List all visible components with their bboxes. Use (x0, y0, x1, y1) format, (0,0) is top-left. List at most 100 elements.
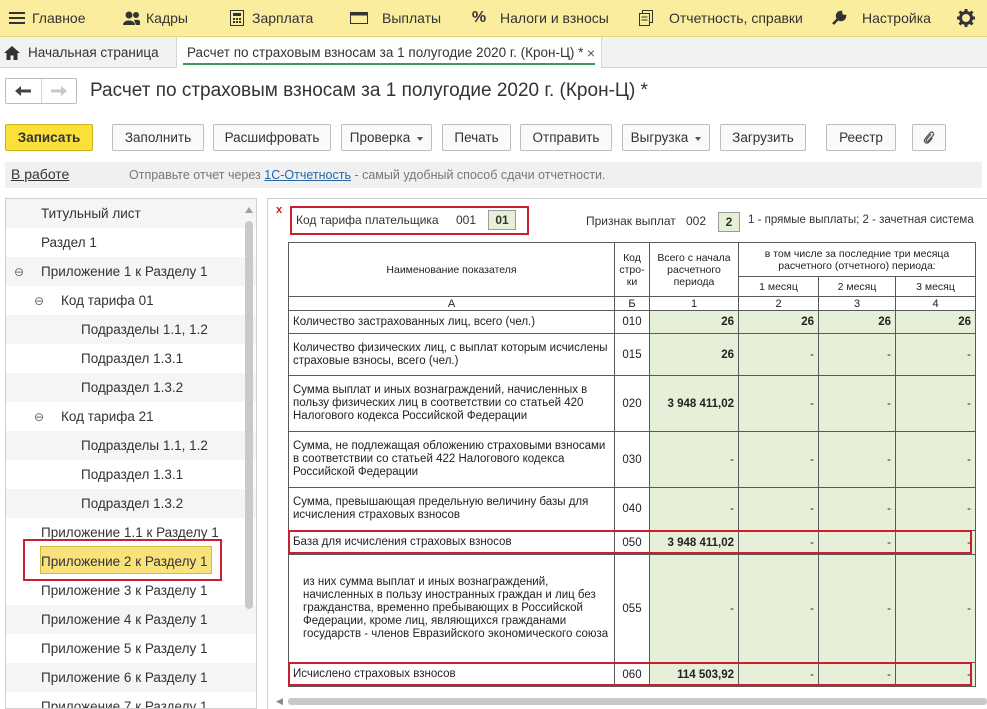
collapse-icon[interactable]: ⊖ (34, 294, 44, 308)
tree-item[interactable]: Подразделы 1.1, 1.2 (6, 315, 256, 344)
header-total: Всего с начала расчетного периода (649, 242, 739, 297)
tree-item[interactable]: Приложение 7 к Разделу 1 (6, 692, 256, 708)
tabs-bar: Начальная страница Расчет по страховым в… (0, 37, 987, 68)
tree-item[interactable]: ⊖ Код тарифа 01 (6, 286, 256, 315)
status-link[interactable]: В работе (11, 166, 69, 182)
menu-main[interactable]: Главное (8, 0, 86, 37)
cell-month-1[interactable]: - (738, 662, 819, 687)
menu-payments[interactable]: Выплаты (350, 0, 441, 37)
tariff-field[interactable]: 01 (488, 210, 516, 230)
decode-button[interactable]: Расшифровать (213, 124, 331, 151)
cell-month-2[interactable]: - (818, 333, 896, 376)
gear-icon[interactable] (957, 9, 975, 27)
registry-button-label: Реестр (839, 130, 883, 145)
collapse-icon[interactable]: ⊖ (34, 410, 44, 424)
form-horizontal-scrollbar[interactable] (288, 698, 987, 705)
send-button-label: Отправить (532, 130, 600, 145)
cell-total[interactable]: - (649, 487, 739, 531)
cell-month-2[interactable]: - (818, 431, 896, 488)
cell-total[interactable]: 114 503,92 (649, 662, 739, 687)
tab-home[interactable]: Начальная страница (4, 37, 159, 68)
tree-item[interactable]: Подраздел 1.3.1 (6, 460, 256, 489)
menu-settings[interactable]: Настройка (830, 0, 931, 37)
tree-scrollbar[interactable] (245, 205, 253, 704)
menu-salary[interactable]: Зарплата (228, 0, 313, 37)
menu-reports[interactable]: Отчетность, справки (637, 0, 803, 37)
cell-month-1[interactable]: - (738, 375, 819, 432)
cell-month-2[interactable]: - (818, 375, 896, 432)
menu-staff[interactable]: Кадры (122, 0, 188, 37)
cell-month-2[interactable]: - (818, 487, 896, 531)
cell-total[interactable]: 26 (649, 310, 739, 334)
tree-item[interactable]: Подраздел 1.3.2 (6, 489, 256, 518)
cell-total[interactable]: - (649, 554, 739, 663)
tree-item[interactable]: Приложение 3 к Разделу 1 (6, 576, 256, 605)
table-row: База для исчисления страховых взносов 05… (288, 530, 976, 555)
cell-month-1[interactable]: - (738, 530, 819, 555)
attach-button[interactable] (912, 124, 946, 151)
cell-month-1[interactable]: 26 (738, 310, 819, 334)
cell-month-3[interactable]: - (895, 333, 976, 376)
close-icon[interactable]: x (276, 204, 282, 216)
cell-month-2[interactable]: - (818, 530, 896, 555)
cell-total[interactable]: 3 948 411,02 (649, 375, 739, 432)
col-letter: 4 (895, 296, 976, 311)
cell-month-3[interactable]: - (895, 530, 976, 555)
cell-total[interactable]: 26 (649, 333, 739, 376)
print-button[interactable]: Печать (442, 124, 511, 151)
cell-total[interactable]: 3 948 411,02 (649, 530, 739, 555)
tree-item[interactable]: Приложение 5 к Разделу 1 (6, 634, 256, 663)
paperclip-icon (923, 131, 935, 144)
cell-month-2[interactable]: - (818, 554, 896, 663)
back-button[interactable] (6, 79, 41, 103)
arrow-right-icon (50, 86, 67, 96)
send-button[interactable]: Отправить (520, 124, 612, 151)
cell-month-3[interactable]: - (895, 431, 976, 488)
check-button[interactable]: Проверка (341, 124, 432, 151)
payment-sign-field[interactable]: 2 (718, 212, 740, 232)
tree-item[interactable]: Подраздел 1.3.2 (6, 373, 256, 402)
tree-item-selected[interactable]: Приложение 2 к Разделу 1 (6, 547, 256, 576)
col-letter: 2 (738, 296, 819, 311)
table-row: Сумма, превышающая предельную величину б… (288, 487, 976, 531)
tab-active-document[interactable]: Расчет по страховым взносам за 1 полугод… (176, 37, 602, 68)
tree-item[interactable]: ⊖ Приложение 1 к Разделу 1 (6, 257, 256, 286)
cell-month-3[interactable]: - (895, 554, 976, 663)
cell-month-3[interactable]: 26 (895, 310, 976, 334)
table-row: Количество физических лиц, с выплат кото… (288, 333, 976, 376)
tree-item[interactable]: Подразделы 1.1, 1.2 (6, 431, 256, 460)
menu-salary-label: Зарплата (252, 10, 314, 26)
collapse-icon[interactable]: ⊖ (14, 265, 24, 279)
tree-item[interactable]: Титульный лист (6, 199, 256, 228)
cell-month-3[interactable]: - (895, 375, 976, 432)
cell-month-3[interactable]: - (895, 487, 976, 531)
tree-item-label: Подраздел 1.3.1 (81, 351, 184, 366)
tree-item[interactable]: Приложение 1.1 к Разделу 1 (6, 518, 256, 547)
cell-month-1[interactable]: - (738, 431, 819, 488)
registry-button[interactable]: Реестр (826, 124, 896, 151)
row-name: Сумма, превышающая предельную величину б… (288, 487, 615, 531)
cell-month-1[interactable]: - (738, 333, 819, 376)
forward-button[interactable] (40, 79, 77, 103)
tree-item[interactable]: Раздел 1 (6, 228, 256, 257)
load-button[interactable]: Загрузить (720, 124, 806, 151)
cell-month-2[interactable]: 26 (818, 310, 896, 334)
menu-taxes[interactable]: % Налоги и взносы (470, 0, 609, 37)
tree-item[interactable]: ⊖ Код тарифа 21 (6, 402, 256, 431)
1c-reporting-link[interactable]: 1С-Отчетность (264, 168, 351, 182)
scroll-left-icon[interactable]: ◀ (276, 696, 283, 707)
fill-button[interactable]: Заполнить (112, 124, 204, 151)
tree-item[interactable]: Приложение 4 к Разделу 1 (6, 605, 256, 634)
cell-month-3[interactable]: - (895, 662, 976, 687)
cell-month-1[interactable]: - (738, 554, 819, 663)
row-code: 030 (614, 431, 650, 488)
cell-month-2[interactable]: - (818, 662, 896, 687)
save-button[interactable]: Записать (5, 124, 93, 151)
tree-scrollbar-thumb[interactable] (245, 221, 253, 609)
tree-item[interactable]: Подраздел 1.3.1 (6, 344, 256, 373)
cell-total[interactable]: - (649, 431, 739, 488)
close-icon[interactable]: × (587, 45, 595, 61)
cell-month-1[interactable]: - (738, 487, 819, 531)
export-button[interactable]: Выгрузка (622, 124, 710, 151)
tree-item[interactable]: Приложение 6 к Разделу 1 (6, 663, 256, 692)
